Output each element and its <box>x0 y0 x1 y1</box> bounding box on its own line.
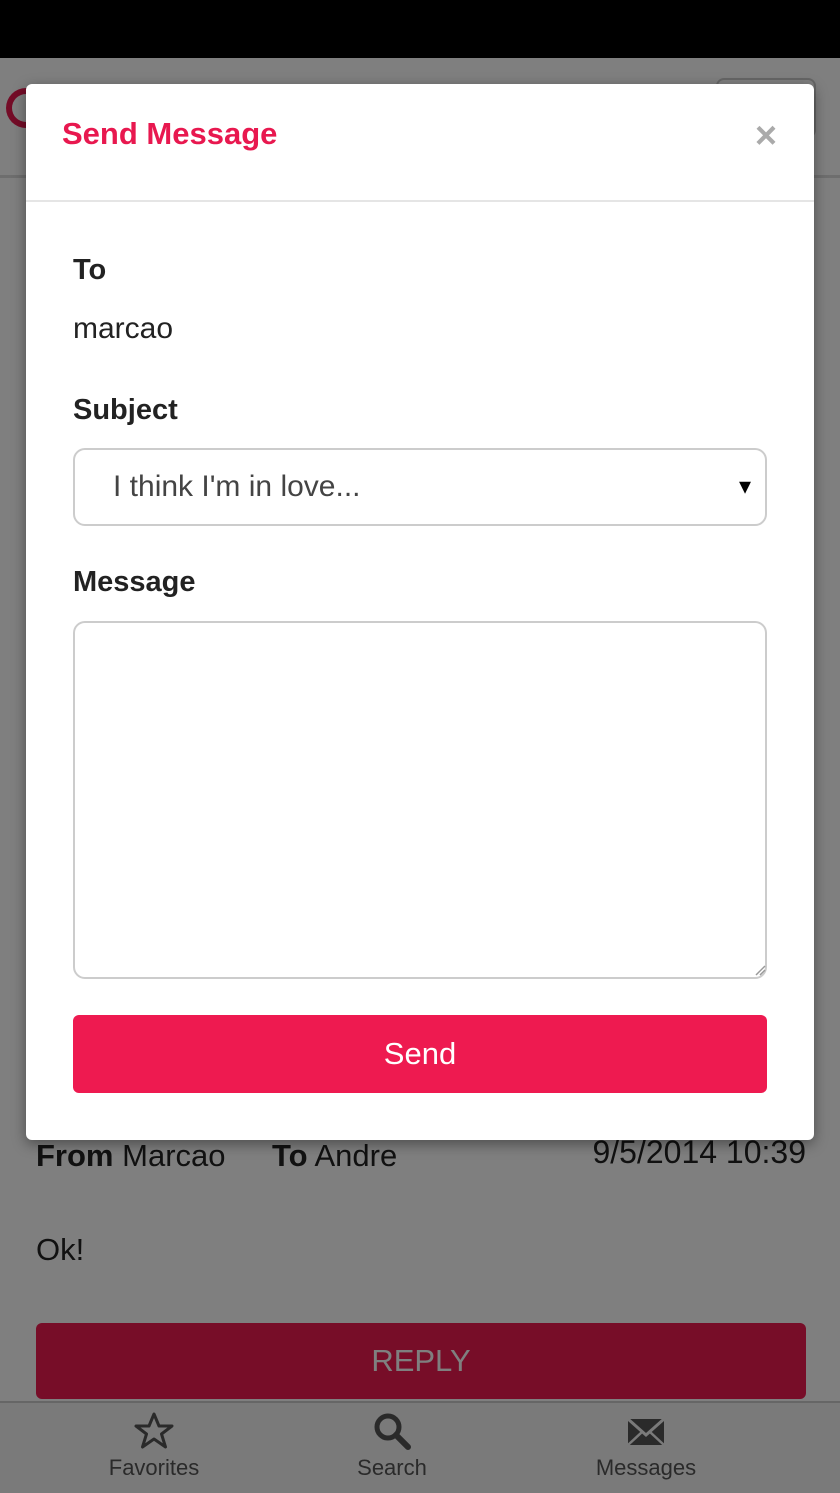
subject-selected-value: I think I'm in love... <box>113 470 361 503</box>
message-field-label: Message <box>73 566 196 598</box>
subject-select[interactable]: I think I'm in love... ▾ <box>73 448 767 526</box>
subject-field-label: Subject <box>73 394 178 426</box>
dialog-header: Send Message × <box>26 84 814 202</box>
send-message-dialog: Send Message × To marcao Subject I think… <box>26 84 814 1140</box>
dropdown-arrow-icon: ▾ <box>738 473 751 500</box>
status-bar <box>0 0 840 58</box>
recipient-value: marcao <box>73 312 174 345</box>
message-textarea[interactable] <box>73 621 767 979</box>
to-field-label: To <box>73 254 107 286</box>
dialog-title: Send Message <box>62 116 278 151</box>
close-icon[interactable]: × <box>748 117 784 155</box>
resize-handle-icon[interactable] <box>754 964 766 976</box>
send-button[interactable]: Send <box>73 1015 767 1093</box>
